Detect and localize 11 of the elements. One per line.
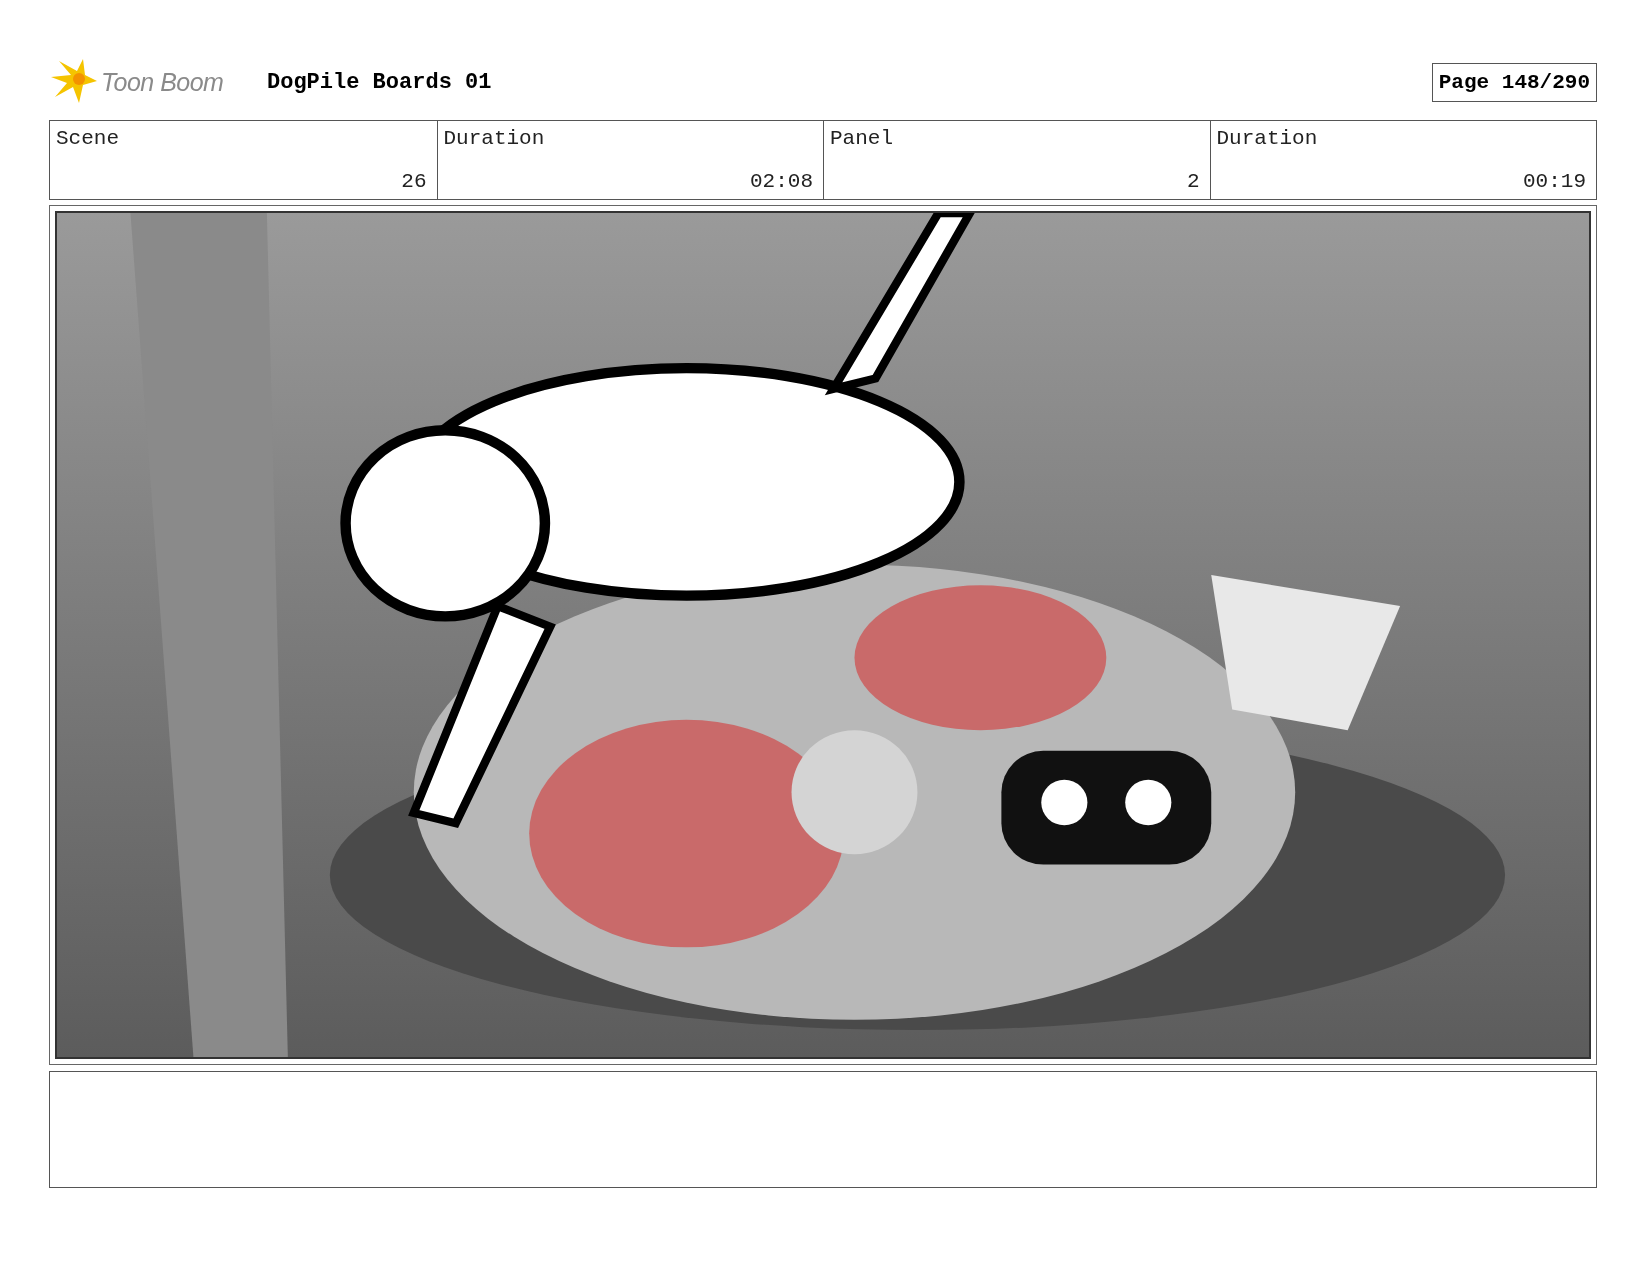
field-value: 00:19 (1523, 170, 1586, 193)
field-value: 26 (401, 170, 427, 193)
field-label: Scene (56, 127, 120, 150)
field-value: 02:08 (750, 170, 813, 193)
field-label: Duration (443, 127, 546, 150)
field-label: Panel (830, 127, 894, 150)
page-number: Page 148/290 (1431, 62, 1597, 102)
field-label: Duration (1216, 127, 1319, 150)
field-value: 2 (1186, 170, 1200, 193)
logo-text: Toon Boom (101, 67, 224, 97)
document-title: DogPile Boards 01 (267, 69, 492, 95)
